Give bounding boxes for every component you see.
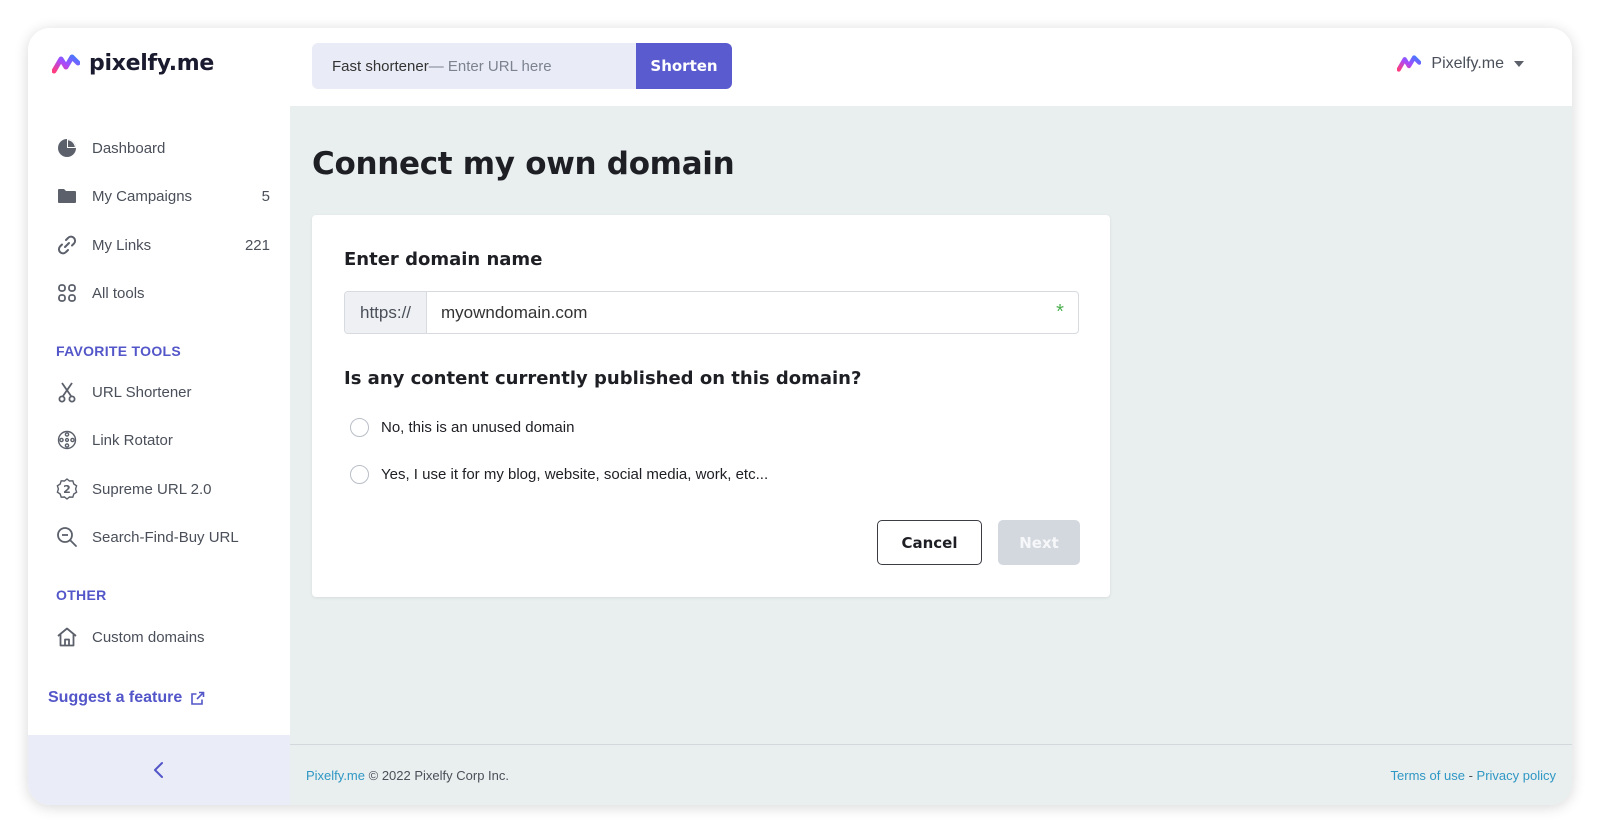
option-label: Yes, I use it for my blog, website, soci… [381,466,769,483]
footer-brand-link[interactable]: Pixelfy.me [306,768,365,783]
account-menu[interactable]: Pixelfy.me [1397,54,1524,73]
privacy-link[interactable]: Privacy policy [1477,768,1556,783]
campaigns-count: 5 [261,187,270,205]
caret-down-icon [1514,60,1524,67]
search-icon [56,526,78,548]
favorite-tools-heading: FAVORITE TOOLS [56,343,182,359]
sidebar-item-dashboard[interactable]: Dashboard [56,134,270,162]
copyright: © 2022 Pixelfy Corp Inc. [368,767,509,783]
sidebar: pixelfy.me Dashboard My Campaigns 5 My L… [28,28,290,805]
sidebar-item-supreme-url[interactable]: 2 Supreme URL 2.0 [56,475,270,503]
shortener-label: Fast shortener [332,57,429,75]
content-question: Is any content currently published on th… [344,368,862,389]
grid-icon [56,282,78,304]
footer-separator: - [1468,767,1473,783]
sidebar-item-link-rotator[interactable]: Link Rotator [56,426,270,454]
radio-button[interactable] [350,418,369,437]
sidebar-item-search-find-buy[interactable]: Search-Find-Buy URL [56,523,270,551]
link-icon [56,234,78,256]
sidebar-item-label: Custom domains [92,628,205,646]
collapse-sidebar-button[interactable] [28,735,290,805]
sidebar-item-all-tools[interactable]: All tools [56,279,270,307]
top-bar: Fast shortener — Enter URL here Shorten … [290,28,1572,106]
home-icon [56,626,78,648]
sidebar-item-label: URL Shortener [92,383,192,401]
brand-name: pixelfy.me [89,51,215,76]
domain-field[interactable]: https:// myowndomain.com * [344,291,1079,334]
url-input-placeholder: — Enter URL here [428,57,552,75]
option-used-domain[interactable]: Yes, I use it for my blog, website, soci… [350,465,768,484]
sidebar-item-label: My Links [92,236,152,254]
sidebar-item-my-links[interactable]: My Links 221 [56,231,270,259]
domain-heading: Enter domain name [344,249,543,270]
sidebar-item-label: Search-Find-Buy URL [92,528,239,546]
radio-button[interactable] [350,465,369,484]
links-count: 221 [244,236,270,254]
other-heading: OTHER [56,587,107,603]
sidebar-item-label: Supreme URL 2.0 [92,480,212,498]
terms-link[interactable]: Terms of use [1391,768,1465,783]
main-content: Connect my own domain Enter domain name … [290,106,1572,744]
footer-left: Pixelfy.me © 2022 Pixelfy Corp Inc. [306,768,509,783]
sidebar-item-label: All tools [92,284,145,302]
option-unused-domain[interactable]: No, this is an unused domain [350,418,574,437]
next-button[interactable]: Next [998,520,1080,565]
connect-domain-card: Enter domain name https:// myowndomain.c… [312,215,1110,597]
pixelfy-logo-icon [52,54,80,73]
account-name: Pixelfy.me [1431,54,1504,72]
external-link-icon [191,691,205,705]
suggest-feature-label: Suggest a feature [48,689,183,706]
footer: Pixelfy.me © 2022 Pixelfy Corp Inc. Term… [290,744,1572,805]
required-indicator: * [1056,301,1064,323]
app-window: pixelfy.me Dashboard My Campaigns 5 My L… [28,28,1572,805]
shorten-button[interactable]: Shorten [636,43,732,89]
pixelfy-logo-icon [1397,55,1422,72]
suggest-feature-link[interactable]: Suggest a feature [48,689,205,707]
rotator-icon [56,429,78,451]
domain-value: myowndomain.com [441,302,588,322]
brand-logo[interactable]: pixelfy.me [52,51,214,76]
sidebar-item-label: Link Rotator [92,431,173,449]
fast-shortener: Fast shortener — Enter URL here Shorten [312,43,732,89]
cancel-button[interactable]: Cancel [877,520,982,565]
svg-text:2: 2 [63,483,71,496]
sidebar-item-url-shortener[interactable]: URL Shortener [56,378,270,406]
folder-icon [56,185,78,207]
badge-2-icon: 2 [56,478,78,500]
domain-prefix: https:// [345,292,427,333]
chevron-left-icon [154,762,163,778]
option-label: No, this is an unused domain [381,419,575,436]
sidebar-item-label: My Campaigns [92,187,193,205]
url-input[interactable]: Fast shortener — Enter URL here [312,43,636,89]
sidebar-item-label: Dashboard [92,139,166,157]
sidebar-item-my-campaigns[interactable]: My Campaigns 5 [56,182,270,210]
page-title: Connect my own domain [312,146,735,182]
scissors-icon [56,381,78,403]
sidebar-item-custom-domains[interactable]: Custom domains [56,623,270,651]
footer-right: Terms of use - Privacy policy [1391,768,1556,783]
pie-chart-icon [56,137,78,159]
